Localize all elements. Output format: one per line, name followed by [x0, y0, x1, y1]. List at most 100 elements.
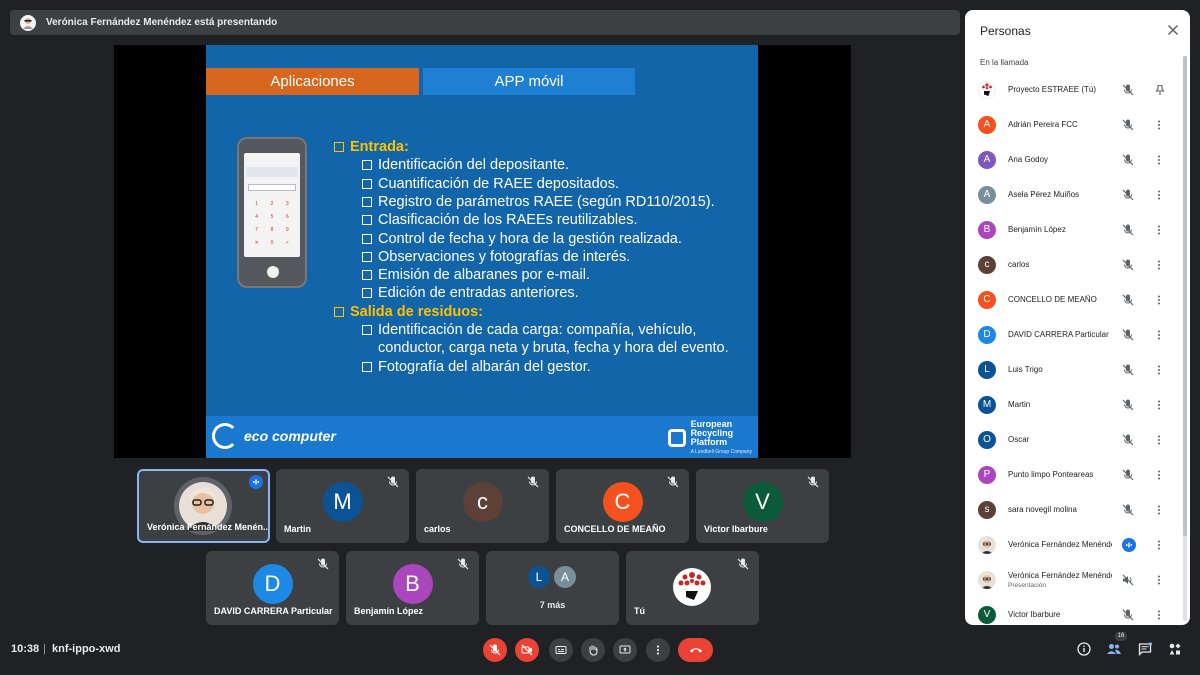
more-vert-icon[interactable] — [1156, 294, 1162, 306]
present-button[interactable] — [613, 638, 637, 662]
more-vert-icon[interactable] — [1156, 504, 1162, 516]
chat-button[interactable] — [1136, 640, 1154, 658]
mic-off-icon — [667, 476, 679, 488]
participant-row[interactable]: B Benjamín López — [965, 212, 1179, 247]
tile-name: Benjamín López — [354, 606, 424, 616]
mic-off-icon — [807, 476, 819, 488]
camera-off-icon — [521, 644, 533, 656]
participant-row[interactable]: c carlos — [965, 247, 1179, 282]
participant-row[interactable]: A Ana Godoy — [965, 142, 1179, 177]
raise-hand-button[interactable] — [581, 638, 605, 662]
mic-off-icon[interactable] — [1122, 329, 1134, 341]
avatar: L — [527, 565, 551, 589]
slide-line-text: Fotografía del albarán del gestor. — [378, 358, 591, 375]
participant-row[interactable]: s sara novegil molina — [965, 492, 1179, 527]
mic-off-icon[interactable] — [1122, 434, 1134, 446]
more-vert-icon[interactable] — [1156, 539, 1162, 551]
more-count: 7 más — [539, 600, 566, 610]
more-vert-icon[interactable] — [1156, 364, 1162, 376]
participant-row[interactable]: Verónica Fernández Menéndez Presentación — [965, 562, 1179, 597]
more-vert-icon[interactable] — [1156, 119, 1162, 131]
mic-off-icon[interactable] — [1122, 189, 1134, 201]
tile-self[interactable]: Tú — [626, 551, 759, 625]
chat-icon — [1138, 642, 1152, 656]
avatar: V — [978, 605, 996, 624]
tile-name: DAVID CARRERA Particular — [214, 606, 333, 616]
more-vert-icon[interactable] — [1156, 469, 1162, 481]
activities-button[interactable] — [1166, 640, 1184, 658]
mic-off-icon[interactable] — [1122, 609, 1134, 621]
mic-off-icon[interactable] — [1122, 399, 1134, 411]
section-label: En la llamada — [980, 58, 1029, 67]
captions-button[interactable] — [549, 638, 573, 662]
mic-off-icon[interactable] — [1122, 154, 1134, 166]
checkbox-bullet-icon — [362, 361, 372, 372]
slide-line-text: Entrada: — [350, 139, 409, 155]
slide-bullet: Control de fecha y hora de la gestión re… — [362, 230, 682, 248]
mic-off-icon[interactable] — [1122, 364, 1134, 376]
mic-off-icon[interactable] — [1122, 504, 1134, 516]
more-vert-icon[interactable] — [1156, 154, 1162, 166]
more-options-button[interactable] — [646, 638, 670, 662]
slide-bullet: Registro de parámetros RAEE (según RD110… — [362, 193, 715, 211]
participant-row[interactable]: P Punto limpo Ponteareas — [965, 457, 1179, 492]
participant-row[interactable]: C CONCELLO DE MEAÑO — [965, 282, 1179, 317]
more-vert-icon[interactable] — [1156, 329, 1162, 341]
mic-off-icon[interactable] — [1122, 294, 1134, 306]
meeting-details-button[interactable] — [1075, 640, 1093, 658]
tile-presenter[interactable]: Verónica Fernández Menén... — [137, 469, 270, 543]
mic-off-icon[interactable] — [1122, 224, 1134, 236]
pin-icon[interactable] — [1154, 84, 1166, 96]
mic-off-icon[interactable] — [1122, 259, 1134, 271]
mic-off-icon[interactable] — [1122, 469, 1134, 481]
close-icon[interactable] — [1166, 23, 1180, 37]
tile-david[interactable]: D DAVID CARRERA Particular — [206, 551, 339, 625]
participant-row[interactable]: Proyecto ESTRAEE (Tú) — [965, 72, 1179, 107]
more-vert-icon[interactable] — [1156, 399, 1162, 411]
tile-name: Verónica Fernández Menén... — [147, 522, 270, 532]
more-vert-icon[interactable] — [1156, 434, 1162, 446]
participant-row[interactable]: O Oscar — [965, 422, 1179, 457]
tile-victor[interactable]: V Victor Ibarburе — [696, 469, 829, 543]
more-vert-icon[interactable] — [1156, 189, 1162, 201]
participant-name: Oscar — [1008, 435, 1030, 444]
participant-row[interactable]: A Asela Pérez Muiños — [965, 177, 1179, 212]
tile-concello[interactable]: C CONCELLO DE MEAÑO — [556, 469, 689, 543]
tile-name: carlos — [424, 524, 451, 534]
panel-scrollbar[interactable] — [1183, 56, 1187, 621]
more-vert-icon[interactable] — [1156, 574, 1162, 586]
tile-more-participants[interactable]: L A 7 más — [486, 551, 619, 625]
more-vert-icon[interactable] — [1156, 224, 1162, 236]
avatar: A — [553, 565, 577, 589]
more-vert-icon[interactable] — [1156, 609, 1162, 621]
participant-row[interactable]: D DAVID CARRERA Particular — [965, 317, 1179, 352]
checkbox-bullet-icon — [362, 233, 372, 244]
mic-toggle-button[interactable] — [483, 638, 507, 662]
mic-off-icon[interactable] — [1122, 119, 1134, 131]
participant-row[interactable]: L Luis Trigo — [965, 352, 1179, 387]
leave-call-button[interactable] — [678, 638, 713, 662]
tile-benjamin[interactable]: B Benjamín López — [346, 551, 479, 625]
more-vert-icon — [656, 645, 660, 655]
tile-carlos[interactable]: c carlos — [416, 469, 549, 543]
participant-row[interactable]: M Martin — [965, 387, 1179, 422]
participant-sub: Presentación — [1008, 582, 1046, 589]
participant-row[interactable]: A Adrián Pereira FCC — [965, 107, 1179, 142]
slide-line-text: Control de fecha y hora de la gestión re… — [378, 230, 682, 247]
participant-row[interactable]: Verónica Fernández Menéndez — [965, 527, 1179, 562]
participant-row[interactable]: V Victor Ibarburе — [965, 597, 1179, 625]
tile-martin[interactable]: M Martin — [276, 469, 409, 543]
slide-line-text: Registro de parámetros RAEE (según RD110… — [378, 193, 715, 210]
meeting-code: knf-ippo-xwd — [52, 643, 121, 655]
slide-tab-app-movil: APP móvil — [423, 68, 635, 95]
participant-list: Proyecto ESTRAEE (Tú) A Adrián Pereira FCC… — [965, 72, 1179, 625]
avatar: C — [978, 290, 996, 309]
presenting-banner: Verónica Fernández Menéndez está present… — [10, 10, 960, 35]
clock: 10:38 — [11, 643, 40, 655]
mic-off-icon[interactable] — [1122, 84, 1134, 96]
people-button[interactable] — [1105, 640, 1123, 658]
camera-toggle-button[interactable] — [515, 638, 539, 662]
more-vert-icon[interactable] — [1156, 259, 1162, 271]
hand-icon — [589, 645, 598, 656]
slide-bullet: Cuantificación de RAEE depositados. — [362, 175, 619, 193]
